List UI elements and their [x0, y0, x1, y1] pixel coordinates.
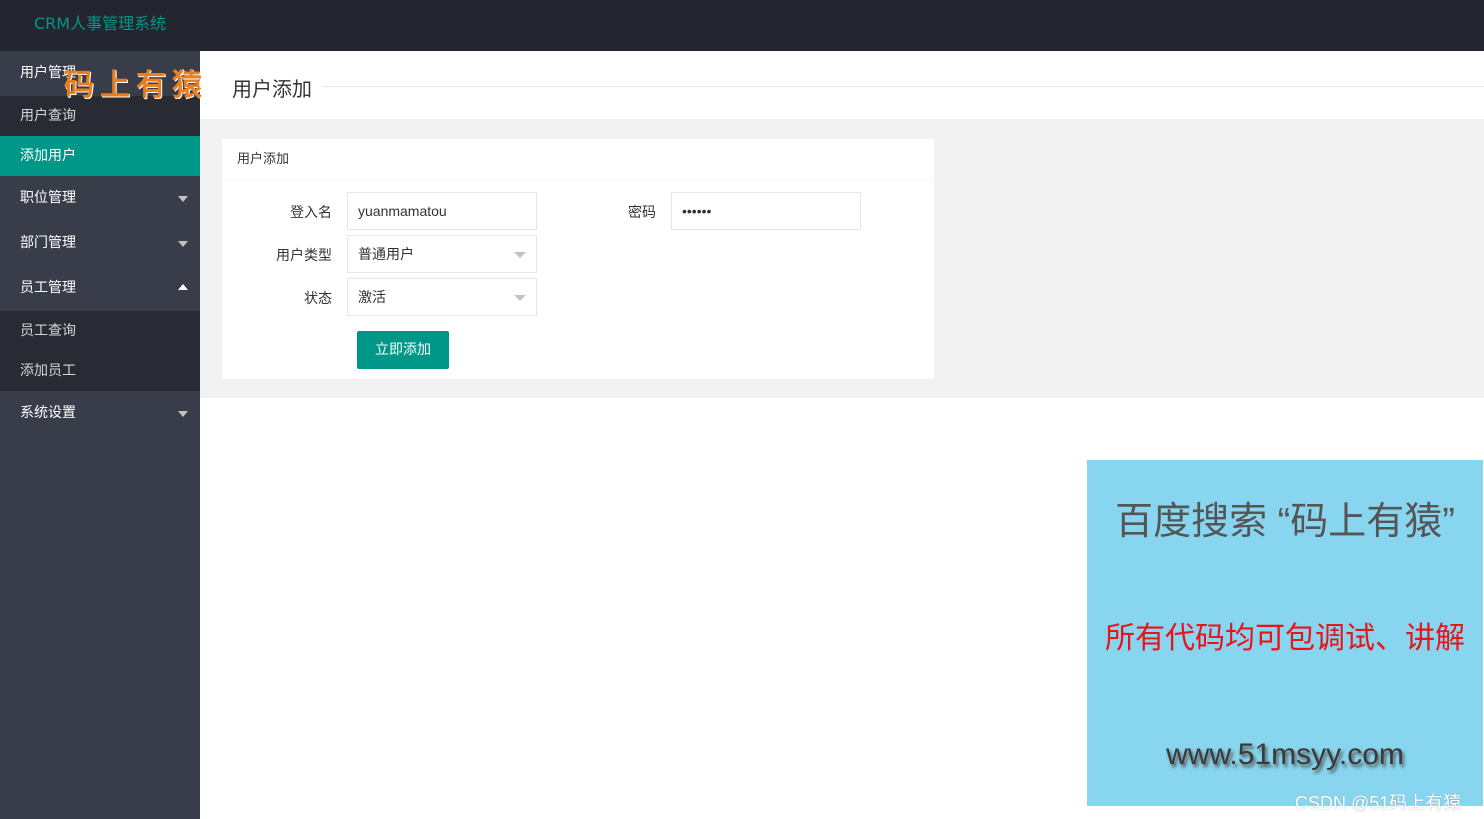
watermark-logo: 码上有猿 — [64, 68, 208, 103]
sidebar-item-employee-query[interactable]: 员工查询 — [0, 311, 200, 351]
chevron-down-icon — [178, 411, 188, 417]
sidebar-group-label: 部门管理 — [20, 235, 76, 251]
submit-button[interactable]: 立即添加 — [357, 331, 449, 369]
status-select[interactable]: 激活 — [347, 278, 537, 316]
sidebar-item-add-employee[interactable]: 添加员工 — [0, 351, 200, 391]
chevron-down-icon — [178, 241, 188, 247]
sidebar-group-department-management[interactable]: 部门管理 — [0, 221, 200, 266]
form-card: 用户添加 登入名 yuanmamatou 密码 •••••• 用户类型 普通用户… — [222, 139, 934, 379]
user-type-label: 用户类型 — [276, 248, 332, 264]
user-type-value: 普通用户 — [358, 246, 414, 262]
sidebar-group-employee-management[interactable]: 员工管理 — [0, 266, 200, 311]
user-type-select[interactable]: 普通用户 — [347, 235, 537, 273]
sidebar-group-label: 员工管理 — [20, 280, 76, 296]
submenu-user: 用户查询 添加用户 — [0, 96, 200, 176]
ad-line-debug: 所有代码均可包调试、讲解 — [1105, 621, 1465, 656]
submenu-employee: 员工查询 添加员工 — [0, 311, 200, 391]
sidebar-group-position-management[interactable]: 职位管理 — [0, 176, 200, 221]
page-title: 用户添加 — [232, 73, 322, 102]
status-label: 状态 — [304, 291, 332, 307]
top-bar: CRM人事管理系统 — [0, 0, 1484, 51]
sidebar-group-label: 系统设置 — [20, 405, 76, 421]
chevron-down-icon — [178, 196, 188, 202]
chevron-down-icon — [514, 295, 526, 301]
card-header: 用户添加 — [222, 139, 934, 181]
chevron-up-icon — [178, 284, 188, 290]
sidebar-group-label: 职位管理 — [20, 190, 76, 206]
ad-banner: 百度搜索 “码上有猿” 所有代码均可包调试、讲解 www.51msyy.com — [1087, 460, 1483, 806]
ad-line-search: 百度搜索 “码上有猿” — [1115, 501, 1455, 543]
sidebar-item-add-user[interactable]: 添加用户 — [0, 136, 200, 176]
ad-line-website: www.51msyy.com — [1166, 738, 1404, 771]
title-divider — [322, 86, 1484, 87]
login-name-label: 登入名 — [290, 205, 332, 221]
csdn-watermark: CSDN @51码上有猿 — [1295, 793, 1462, 813]
password-label: 密码 — [628, 205, 656, 221]
page-header: 用户添加 — [200, 51, 1484, 119]
login-name-input[interactable]: yuanmamatou — [347, 192, 537, 230]
chevron-down-icon — [514, 252, 526, 258]
status-value: 激活 — [358, 289, 386, 305]
password-input[interactable]: •••••• — [671, 192, 861, 230]
content-area: 用户添加 登入名 yuanmamatou 密码 •••••• 用户类型 普通用户… — [200, 119, 1484, 398]
app-logo[interactable]: CRM人事管理系统 — [34, 10, 166, 34]
sidebar-group-system-settings[interactable]: 系统设置 — [0, 391, 200, 436]
sidebar: 用户管理 用户查询 添加用户 职位管理 部门管理 员工管理 员工查询 添加员工 … — [0, 51, 200, 819]
